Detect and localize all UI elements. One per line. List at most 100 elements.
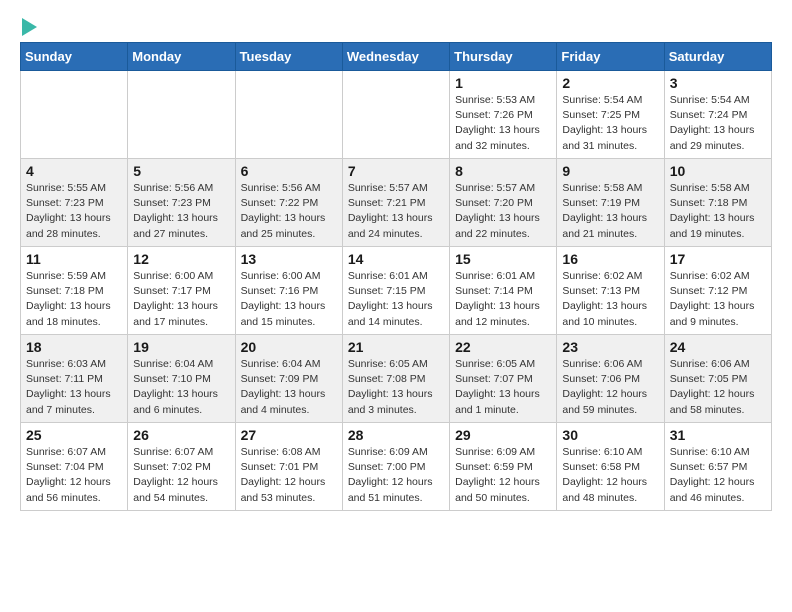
day-detail: Sunrise: 6:07 AM Sunset: 7:02 PM Dayligh… [133, 445, 229, 506]
day-detail: Sunrise: 6:00 AM Sunset: 7:17 PM Dayligh… [133, 269, 229, 330]
day-number: 13 [241, 251, 337, 267]
day-detail: Sunrise: 5:55 AM Sunset: 7:23 PM Dayligh… [26, 181, 122, 242]
day-detail: Sunrise: 5:57 AM Sunset: 7:21 PM Dayligh… [348, 181, 444, 242]
day-detail: Sunrise: 5:53 AM Sunset: 7:26 PM Dayligh… [455, 93, 551, 154]
day-detail: Sunrise: 6:06 AM Sunset: 7:05 PM Dayligh… [670, 357, 766, 418]
day-number: 4 [26, 163, 122, 179]
calendar-cell: 7 Sunrise: 5:57 AM Sunset: 7:21 PM Daylig… [342, 159, 449, 247]
day-number: 18 [26, 339, 122, 355]
calendar-cell: 19 Sunrise: 6:04 AM Sunset: 7:10 PM Dayli… [128, 335, 235, 423]
day-number: 23 [562, 339, 658, 355]
calendar-cell: 13 Sunrise: 6:00 AM Sunset: 7:16 PM Dayli… [235, 247, 342, 335]
day-number: 15 [455, 251, 551, 267]
calendar-cell: 21 Sunrise: 6:05 AM Sunset: 7:08 PM Dayli… [342, 335, 449, 423]
day-number: 14 [348, 251, 444, 267]
day-number: 22 [455, 339, 551, 355]
calendar-cell: 17 Sunrise: 6:02 AM Sunset: 7:12 PM Dayli… [664, 247, 771, 335]
day-number: 20 [241, 339, 337, 355]
header-wednesday: Wednesday [342, 43, 449, 71]
calendar-cell: 4 Sunrise: 5:55 AM Sunset: 7:23 PM Daylig… [21, 159, 128, 247]
calendar-cell: 11Sunrise: 5:59 AM Sunset: 7:18 PM Dayli… [21, 247, 128, 335]
day-detail: Sunrise: 5:58 AM Sunset: 7:18 PM Dayligh… [670, 181, 766, 242]
calendar-cell: 16 Sunrise: 6:02 AM Sunset: 7:13 PM Dayli… [557, 247, 664, 335]
header-sunday: Sunday [21, 43, 128, 71]
week-row-2: 4 Sunrise: 5:55 AM Sunset: 7:23 PM Daylig… [21, 159, 772, 247]
day-detail: Sunrise: 5:57 AM Sunset: 7:20 PM Dayligh… [455, 181, 551, 242]
calendar-cell: 12 Sunrise: 6:00 AM Sunset: 7:17 PM Dayli… [128, 247, 235, 335]
header-thursday: Thursday [450, 43, 557, 71]
day-detail: Sunrise: 6:05 AM Sunset: 7:07 PM Dayligh… [455, 357, 551, 418]
page-header [20, 20, 772, 32]
day-detail: Sunrise: 6:05 AM Sunset: 7:08 PM Dayligh… [348, 357, 444, 418]
calendar-cell: 8 Sunrise: 5:57 AM Sunset: 7:20 PM Daylig… [450, 159, 557, 247]
week-row-5: 25 Sunrise: 6:07 AM Sunset: 7:04 PM Dayli… [21, 423, 772, 511]
day-detail: Sunrise: 5:56 AM Sunset: 7:23 PM Dayligh… [133, 181, 229, 242]
day-number: 6 [241, 163, 337, 179]
day-detail: Sunrise: 6:00 AM Sunset: 7:16 PM Dayligh… [241, 269, 337, 330]
calendar-cell: 6 Sunrise: 5:56 AM Sunset: 7:22 PM Daylig… [235, 159, 342, 247]
day-number: 27 [241, 427, 337, 443]
calendar-cell: 27 Sunrise: 6:08 AM Sunset: 7:01 PM Dayli… [235, 423, 342, 511]
calendar-cell: 24Sunrise: 6:06 AM Sunset: 7:05 PM Dayli… [664, 335, 771, 423]
calendar-cell: 22 Sunrise: 6:05 AM Sunset: 7:07 PM Dayli… [450, 335, 557, 423]
day-detail: Sunrise: 6:08 AM Sunset: 7:01 PM Dayligh… [241, 445, 337, 506]
calendar-cell [235, 71, 342, 159]
day-number: 8 [455, 163, 551, 179]
day-number: 17 [670, 251, 766, 267]
week-row-4: 18 Sunrise: 6:03 AM Sunset: 7:11 PM Dayli… [21, 335, 772, 423]
week-row-3: 11Sunrise: 5:59 AM Sunset: 7:18 PM Dayli… [21, 247, 772, 335]
day-detail: Sunrise: 5:54 AM Sunset: 7:25 PM Dayligh… [562, 93, 658, 154]
logo [20, 20, 37, 32]
weekday-header-row: SundayMondayTuesdayWednesdayThursdayFrid… [21, 43, 772, 71]
header-saturday: Saturday [664, 43, 771, 71]
calendar-cell: 2Sunrise: 5:54 AM Sunset: 7:25 PM Daylig… [557, 71, 664, 159]
calendar-cell: 5 Sunrise: 5:56 AM Sunset: 7:23 PM Daylig… [128, 159, 235, 247]
calendar-cell: 28Sunrise: 6:09 AM Sunset: 7:00 PM Dayli… [342, 423, 449, 511]
week-row-1: 1 Sunrise: 5:53 AM Sunset: 7:26 PM Daylig… [21, 71, 772, 159]
day-detail: Sunrise: 5:54 AM Sunset: 7:24 PM Dayligh… [670, 93, 766, 154]
calendar-cell [342, 71, 449, 159]
calendar-cell: 18 Sunrise: 6:03 AM Sunset: 7:11 PM Dayli… [21, 335, 128, 423]
day-number: 5 [133, 163, 229, 179]
day-detail: Sunrise: 6:07 AM Sunset: 7:04 PM Dayligh… [26, 445, 122, 506]
calendar-cell: 15Sunrise: 6:01 AM Sunset: 7:14 PM Dayli… [450, 247, 557, 335]
day-number: 1 [455, 75, 551, 91]
calendar-cell: 1 Sunrise: 5:53 AM Sunset: 7:26 PM Daylig… [450, 71, 557, 159]
day-number: 26 [133, 427, 229, 443]
day-detail: Sunrise: 6:04 AM Sunset: 7:10 PM Dayligh… [133, 357, 229, 418]
calendar-cell: 26 Sunrise: 6:07 AM Sunset: 7:02 PM Dayli… [128, 423, 235, 511]
day-number: 12 [133, 251, 229, 267]
day-detail: Sunrise: 6:09 AM Sunset: 6:59 PM Dayligh… [455, 445, 551, 506]
day-detail: Sunrise: 6:02 AM Sunset: 7:13 PM Dayligh… [562, 269, 658, 330]
day-detail: Sunrise: 6:06 AM Sunset: 7:06 PM Dayligh… [562, 357, 658, 418]
calendar-cell: 10Sunrise: 5:58 AM Sunset: 7:18 PM Dayli… [664, 159, 771, 247]
calendar-cell: 14 Sunrise: 6:01 AM Sunset: 7:15 PM Dayli… [342, 247, 449, 335]
day-detail: Sunrise: 6:09 AM Sunset: 7:00 PM Dayligh… [348, 445, 444, 506]
day-detail: Sunrise: 6:10 AM Sunset: 6:58 PM Dayligh… [562, 445, 658, 506]
calendar-cell: 23 Sunrise: 6:06 AM Sunset: 7:06 PM Dayli… [557, 335, 664, 423]
day-number: 16 [562, 251, 658, 267]
day-detail: Sunrise: 6:03 AM Sunset: 7:11 PM Dayligh… [26, 357, 122, 418]
day-number: 21 [348, 339, 444, 355]
day-detail: Sunrise: 6:02 AM Sunset: 7:12 PM Dayligh… [670, 269, 766, 330]
header-tuesday: Tuesday [235, 43, 342, 71]
calendar-cell [21, 71, 128, 159]
calendar-cell: 25 Sunrise: 6:07 AM Sunset: 7:04 PM Dayli… [21, 423, 128, 511]
calendar-cell: 29 Sunrise: 6:09 AM Sunset: 6:59 PM Dayli… [450, 423, 557, 511]
day-detail: Sunrise: 6:04 AM Sunset: 7:09 PM Dayligh… [241, 357, 337, 418]
day-number: 7 [348, 163, 444, 179]
day-detail: Sunrise: 5:56 AM Sunset: 7:22 PM Dayligh… [241, 181, 337, 242]
day-number: 25 [26, 427, 122, 443]
logo-arrow-icon [22, 18, 37, 36]
day-detail: Sunrise: 6:10 AM Sunset: 6:57 PM Dayligh… [670, 445, 766, 506]
calendar-cell: 3Sunrise: 5:54 AM Sunset: 7:24 PM Daylig… [664, 71, 771, 159]
day-number: 31 [670, 427, 766, 443]
header-friday: Friday [557, 43, 664, 71]
calendar-cell: 31 Sunrise: 6:10 AM Sunset: 6:57 PM Dayli… [664, 423, 771, 511]
day-detail: Sunrise: 5:59 AM Sunset: 7:18 PM Dayligh… [26, 269, 122, 330]
day-number: 29 [455, 427, 551, 443]
calendar-cell: 30 Sunrise: 6:10 AM Sunset: 6:58 PM Dayli… [557, 423, 664, 511]
day-detail: Sunrise: 6:01 AM Sunset: 7:15 PM Dayligh… [348, 269, 444, 330]
day-number: 19 [133, 339, 229, 355]
day-number: 30 [562, 427, 658, 443]
